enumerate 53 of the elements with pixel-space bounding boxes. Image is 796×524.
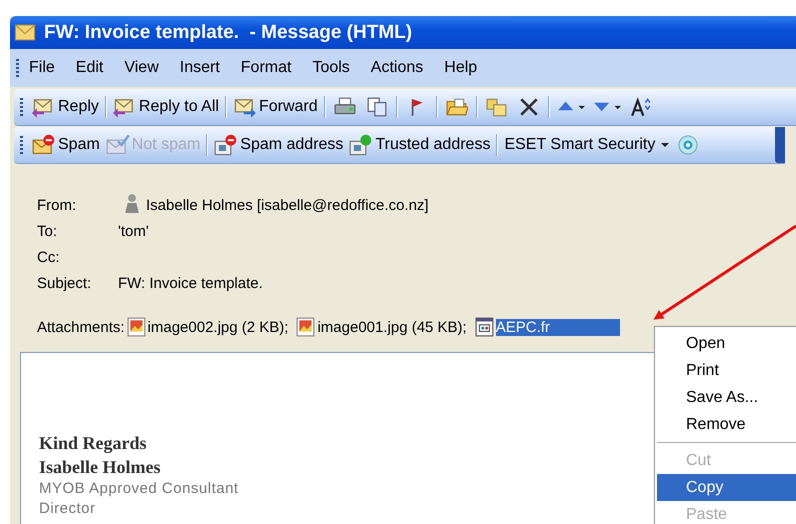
window-icon [214, 134, 238, 156]
attachment-link[interactable]: image001.jpg (45 KB); [317, 318, 467, 336]
field-value: FW: Invoice template. [118, 274, 263, 292]
signature-line: Kind Regards [39, 432, 147, 455]
context-menu-item[interactable]: Save As... [657, 384, 796, 411]
menu-item[interactable]: View [124, 59, 159, 77]
signature-line: Director [39, 499, 96, 519]
field-value: 'tom' [118, 222, 149, 240]
window-title: FW: Invoice template. - Message (HTML) [44, 22, 412, 44]
person-icon [124, 193, 140, 213]
attachment-link[interactable]: image002.jpg (2 KB); [148, 318, 288, 336]
menu-item[interactable]: Actions [370, 59, 424, 77]
menu-item[interactable]: Help [444, 59, 478, 77]
signature-line: Isabelle Holmes [39, 456, 160, 479]
menu-item[interactable]: Format [240, 59, 292, 77]
toolbar-button[interactable]: Forward [230, 93, 321, 121]
move-icon[interactable] [486, 97, 508, 117]
toolbar-button[interactable]: Reply to All [110, 93, 222, 121]
envelope-arrow-icon [232, 96, 257, 118]
caret-icon [661, 142, 670, 148]
menu-item[interactable]: Edit [76, 59, 104, 77]
toolbar-button[interactable]: Spam address [211, 131, 346, 159]
context-menu-item[interactable]: Print [657, 357, 796, 384]
envelope-icon [14, 24, 36, 41]
image-file-icon [296, 317, 316, 337]
field-label: Subject: [37, 274, 92, 292]
envelope-icon [32, 134, 56, 156]
envelope-icon [106, 134, 130, 156]
form-file-icon [474, 317, 495, 337]
toolbar-button[interactable]: Trusted address [346, 131, 494, 159]
menu-item[interactable]: File [29, 59, 55, 77]
menu-item[interactable]: Tools [312, 59, 350, 77]
context-menu-item[interactable]: Copy [657, 474, 796, 501]
context-menu-item[interactable]: Open [657, 330, 796, 357]
field-label: Cc: [37, 248, 60, 266]
context-menu-item[interactable]: Remove [657, 411, 796, 438]
field-label: Attachments: [37, 318, 125, 336]
font-size-icon[interactable] [630, 97, 652, 117]
image-file-icon [126, 317, 147, 337]
field-label: From: [37, 196, 78, 214]
menu-item[interactable]: Insert [180, 59, 220, 77]
print-icon[interactable] [334, 97, 356, 117]
folder-icon[interactable] [446, 97, 468, 117]
field-value: Isabelle Holmes [isabelle@redoffice.co.nz] [146, 196, 429, 214]
delete-icon[interactable] [518, 97, 540, 117]
signature-line: MYOB Approved Consultant [39, 479, 239, 499]
field-label: To: [37, 222, 58, 240]
circle-icon[interactable] [677, 135, 700, 155]
toolbar-button[interactable]: Spam [29, 131, 103, 159]
dropdown-button[interactable]: ESET Smart Security [501, 131, 672, 159]
toolbar-button[interactable]: Reply [29, 93, 102, 121]
copy-icon[interactable] [366, 97, 388, 117]
window-icon [349, 134, 374, 156]
